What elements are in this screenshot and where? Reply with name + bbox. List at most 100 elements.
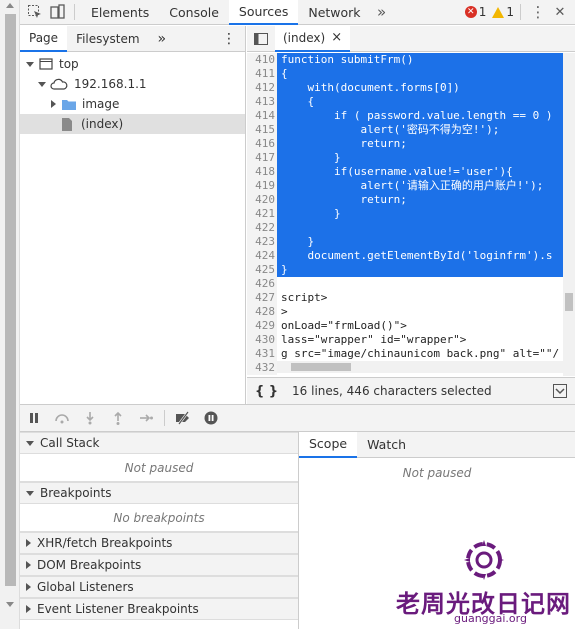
- line-number[interactable]: 423: [247, 235, 277, 249]
- code-line[interactable]: 426: [247, 277, 575, 291]
- code-line[interactable]: 422: [247, 221, 575, 235]
- code-line[interactable]: 416 return;: [247, 137, 575, 151]
- expand-arrow-icon[interactable]: [38, 81, 46, 87]
- line-number[interactable]: 424: [247, 249, 277, 263]
- code-horizontal-scrollbar[interactable]: [277, 361, 563, 373]
- pause-on-exceptions-icon[interactable]: [197, 405, 225, 431]
- code-line[interactable]: 413 {: [247, 95, 575, 109]
- step-icon[interactable]: [132, 405, 160, 431]
- collapsed-arrow-icon[interactable]: [26, 561, 31, 569]
- section-header-call-stack[interactable]: Call Stack: [20, 432, 298, 454]
- line-number[interactable]: 427: [247, 291, 277, 305]
- step-into-icon[interactable]: [76, 405, 104, 431]
- line-number[interactable]: 429: [247, 319, 277, 333]
- customize-menu-icon[interactable]: ⋮: [527, 1, 549, 23]
- code-line[interactable]: 428 >: [247, 305, 575, 319]
- code-line[interactable]: 418 if(username.value!='user'){: [247, 165, 575, 179]
- expanded-arrow-icon[interactable]: [26, 490, 34, 496]
- code-line[interactable]: 429 onLoad="frmLoad()">: [247, 319, 575, 333]
- line-number[interactable]: 418: [247, 165, 277, 179]
- expanded-arrow-icon[interactable]: [26, 440, 34, 446]
- step-out-icon[interactable]: [104, 405, 132, 431]
- code-line[interactable]: 411{: [247, 67, 575, 81]
- line-number[interactable]: 422: [247, 221, 277, 235]
- line-number[interactable]: 412: [247, 81, 277, 95]
- code-line[interactable]: 412 with(document.forms[0]): [247, 81, 575, 95]
- line-number[interactable]: 432: [247, 361, 277, 375]
- section-header-xhr-fetch-breakpoints[interactable]: XHR/fetch Breakpoints: [20, 532, 298, 554]
- code-line[interactable]: 424 document.getElementById('loginfrm').…: [247, 249, 575, 263]
- code-vertical-scrollbar[interactable]: [563, 53, 575, 376]
- line-number[interactable]: 413: [247, 95, 277, 109]
- code-line[interactable]: 417 }: [247, 151, 575, 165]
- tab-sources[interactable]: Sources: [228, 0, 299, 25]
- collapse-arrow-icon[interactable]: [51, 100, 56, 108]
- deactivate-breakpoints-icon[interactable]: [169, 405, 197, 431]
- line-number[interactable]: 430: [247, 333, 277, 347]
- warning-count-badge[interactable]: 1: [492, 5, 514, 19]
- code-line[interactable]: 419 alert('请输入正确的用户账户!');: [247, 179, 575, 193]
- pretty-print-icon[interactable]: { }: [255, 384, 278, 399]
- code-line[interactable]: 423 }: [247, 235, 575, 249]
- tab-network[interactable]: Network: [298, 0, 370, 25]
- step-over-icon[interactable]: [48, 405, 76, 431]
- code-line[interactable]: 421 }: [247, 207, 575, 221]
- collapsed-arrow-icon[interactable]: [26, 605, 31, 613]
- line-number[interactable]: 421: [247, 207, 277, 221]
- tab-scope[interactable]: Scope: [299, 431, 358, 458]
- editor-tab-index[interactable]: (index) ×: [275, 25, 351, 52]
- line-number[interactable]: 425: [247, 263, 277, 277]
- line-number[interactable]: 417: [247, 151, 277, 165]
- section-header-global-listeners[interactable]: Global Listeners: [20, 576, 298, 598]
- section-header-event-listener-breakpoints[interactable]: Event Listener Breakpoints: [20, 598, 298, 620]
- more-navigator-tabs-icon[interactable]: »: [149, 26, 176, 52]
- code-line[interactable]: 427 script>: [247, 291, 575, 305]
- collapsed-arrow-icon[interactable]: [26, 539, 31, 547]
- line-number[interactable]: 426: [247, 277, 277, 291]
- expand-arrow-icon[interactable]: [26, 61, 34, 67]
- section-header-dom-breakpoints[interactable]: DOM Breakpoints: [20, 554, 298, 576]
- tab-console[interactable]: Console: [159, 0, 229, 25]
- close-tab-icon[interactable]: ×: [331, 30, 342, 45]
- line-number[interactable]: 419: [247, 179, 277, 193]
- code-line[interactable]: 430 lass="wrapper" id="wrapper">: [247, 333, 575, 347]
- tab-watch[interactable]: Watch: [357, 432, 416, 458]
- tree-item-image-folder[interactable]: image: [20, 94, 245, 114]
- scrollbar-thumb[interactable]: [565, 293, 573, 311]
- code-line[interactable]: 410 function submitFrm(): [247, 53, 575, 67]
- line-number[interactable]: 416: [247, 137, 277, 151]
- pause-icon[interactable]: [20, 405, 48, 431]
- error-count-badge[interactable]: ✕ 1: [464, 5, 486, 19]
- scroll-up-arrow-icon[interactable]: [6, 3, 14, 8]
- page-scrollbar[interactable]: [0, 0, 20, 629]
- inspect-element-icon[interactable]: [24, 1, 46, 23]
- device-toolbar-icon[interactable]: [46, 1, 68, 23]
- line-number[interactable]: 414: [247, 109, 277, 123]
- line-number[interactable]: 431: [247, 347, 277, 361]
- line-number[interactable]: 411: [247, 67, 277, 81]
- tree-item-top[interactable]: top: [20, 54, 245, 74]
- tab-filesystem[interactable]: Filesystem: [67, 26, 148, 52]
- code-view[interactable]: 410 function submitFrm() 411{412 with(docu…: [247, 53, 575, 388]
- code-line[interactable]: 415 alert('密码不得为空!');: [247, 123, 575, 137]
- tab-elements[interactable]: Elements: [81, 0, 159, 25]
- scrollbar-thumb[interactable]: [291, 363, 351, 371]
- coverage-icon[interactable]: [553, 384, 567, 398]
- code-line[interactable]: 414 if ( password.value.length == 0 ): [247, 109, 575, 123]
- code-line[interactable]: 420 return;: [247, 193, 575, 207]
- more-tabs-icon[interactable]: »: [371, 1, 393, 23]
- navigator-menu-icon[interactable]: ⋮: [213, 26, 245, 52]
- close-icon[interactable]: ✕: [549, 1, 571, 23]
- line-number[interactable]: 410: [247, 53, 277, 67]
- toggle-navigator-icon[interactable]: [247, 32, 275, 45]
- code-line[interactable]: 425}: [247, 263, 575, 277]
- line-number[interactable]: 420: [247, 193, 277, 207]
- code-line[interactable]: 431 g src="image/chinaunicom back.png" al…: [247, 347, 575, 361]
- tab-page[interactable]: Page: [20, 25, 68, 52]
- tree-item-host[interactable]: 192.168.1.1: [20, 74, 245, 94]
- scrollbar-thumb[interactable]: [5, 14, 16, 586]
- section-header-breakpoints[interactable]: Breakpoints: [20, 482, 298, 504]
- line-number[interactable]: 415: [247, 123, 277, 137]
- tree-item-index-file[interactable]: (index): [20, 114, 245, 134]
- scroll-down-arrow-icon[interactable]: [6, 602, 14, 607]
